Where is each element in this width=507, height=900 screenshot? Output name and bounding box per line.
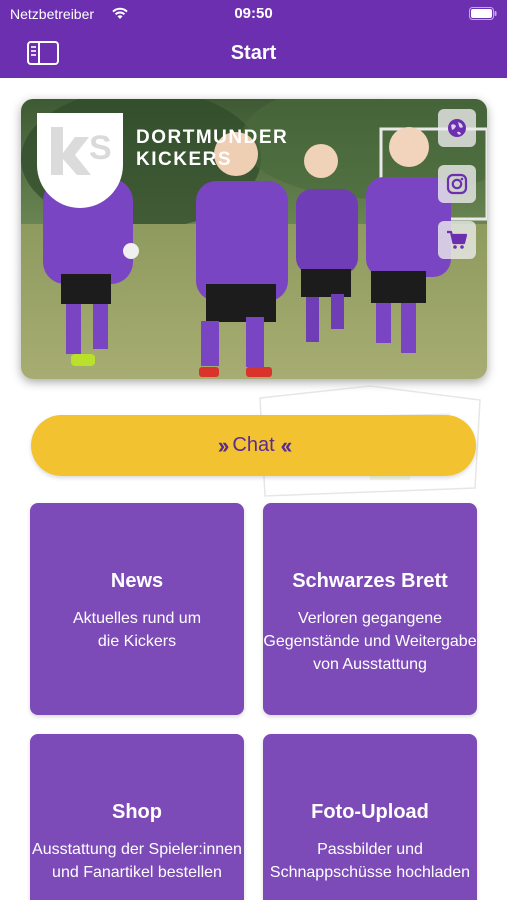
tile-description: Passbilder und Schnappschüsse hochladen [263, 838, 477, 884]
tile-desc-line: die Kickers [97, 633, 177, 650]
club-name-line2: KICKERS [136, 149, 233, 170]
tile-foto-upload[interactable]: Foto-Upload Passbilder und Schnappschüss… [263, 734, 477, 900]
tile-title: Foto-Upload [311, 801, 429, 823]
tile-desc-line: Schnappschüsse hochladen [269, 864, 471, 881]
tile-desc-line: Ausstattung der Spieler:innen [32, 841, 242, 858]
tile-desc-line: Passbilder und [317, 841, 423, 858]
double-chevron-right-icon: ›› [217, 432, 230, 458]
instagram-button[interactable] [438, 165, 476, 203]
tile-description: Ausstattung der Spieler:innen und Fanart… [30, 838, 244, 884]
club-name: DORTMUNDER KICKERS [136, 127, 288, 171]
hero-banner: S DORTMUNDER KICKERS [21, 99, 487, 379]
tile-desc-line: Aktuelles rund um [72, 610, 202, 627]
chat-button[interactable]: ›› Chat ‹‹ [31, 415, 476, 476]
tile-desc-line: Gegenstände und Weitergabe [263, 633, 477, 650]
app-screen: Netzbetreiber 09:50 Start S DORTMUNDER K… [0, 0, 507, 900]
shop-cart-button[interactable] [438, 221, 476, 259]
tile-title: Shop [112, 801, 162, 823]
svg-text:S: S [89, 129, 112, 167]
tile-schwarzes-brett[interactable]: Schwarzes Brett Verloren gegangene Gegen… [263, 503, 477, 715]
club-logo: S [37, 113, 123, 208]
page-title: Start [230, 42, 277, 64]
instagram-icon [446, 173, 468, 195]
cart-icon [447, 230, 468, 249]
status-bar: Netzbetreiber 09:50 [0, 0, 507, 30]
globe-icon [448, 119, 466, 137]
tile-description: Verloren gegangene Gegenstände und Weite… [263, 607, 477, 676]
status-time: 09:50 [234, 5, 273, 22]
tile-news[interactable]: News Aktuelles rund um die Kickers [30, 503, 244, 715]
navigation-bar: Start [0, 30, 507, 78]
tile-desc-line: von Ausstattung [313, 656, 427, 673]
tile-shop[interactable]: Shop Ausstattung der Spieler:innen und F… [30, 734, 244, 900]
double-chevron-left-icon: ‹‹ [280, 432, 293, 458]
website-button[interactable] [438, 109, 476, 147]
chat-button-label: Chat [232, 434, 275, 456]
tile-desc-line: Verloren gegangene [297, 610, 443, 627]
club-name-line1: DORTMUNDER [136, 127, 289, 148]
tile-desc-line: und Fanartikel bestellen [52, 864, 222, 881]
tile-title: Schwarzes Brett [292, 570, 448, 592]
battery-icon [469, 7, 497, 20]
tile-title: News [110, 570, 164, 592]
tile-description: Aktuelles rund um die Kickers [30, 607, 244, 653]
